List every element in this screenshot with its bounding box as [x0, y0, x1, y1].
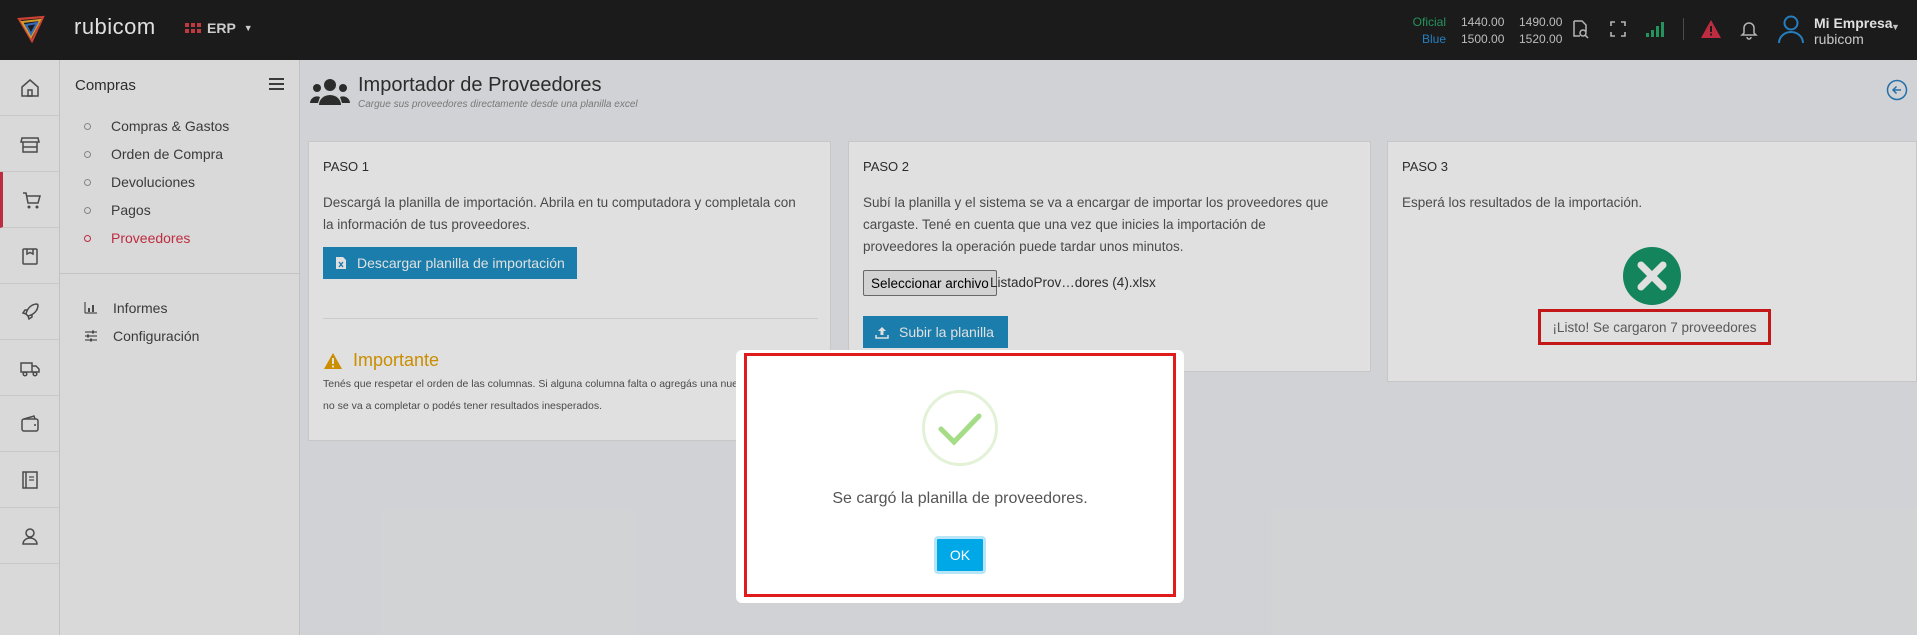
- ok-button[interactable]: OK: [934, 536, 986, 574]
- dialog-message: Se cargó la planilla de proveedores.: [832, 490, 1088, 507]
- success-dialog: Se cargó la planilla de proveedores. OK: [736, 350, 1184, 603]
- check-icon: [922, 390, 998, 466]
